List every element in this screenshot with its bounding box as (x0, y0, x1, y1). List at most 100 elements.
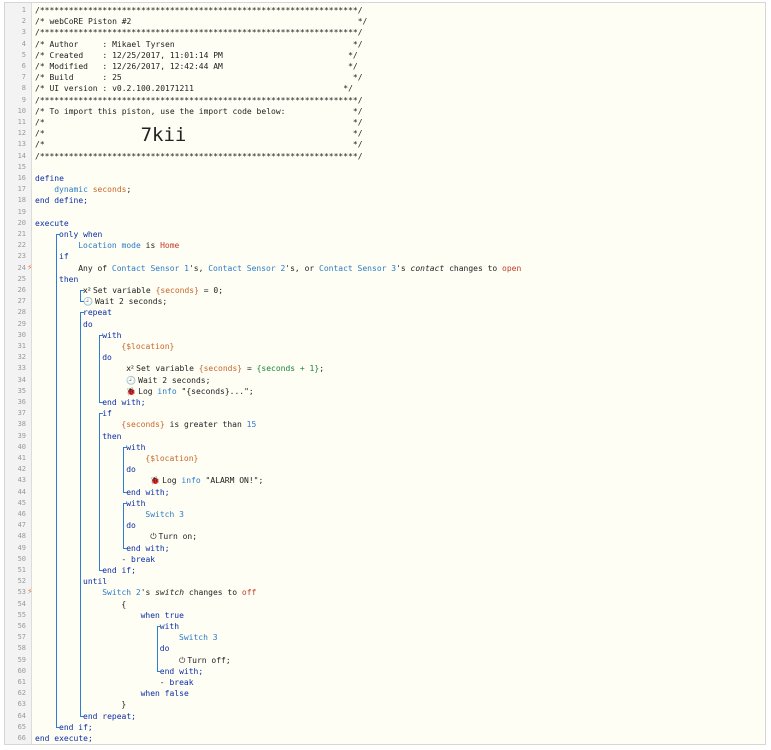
block-bracket-bottom (80, 301, 85, 303)
code-text: /* UI version : v0.2.100.20171211 */ (35, 83, 353, 94)
code-line: 56 (5, 621, 765, 632)
code-text: end with; (126, 543, 169, 554)
line-number: 30 (17, 330, 26, 339)
trigger-marker-icon: ⚡ (27, 262, 33, 272)
code-text: do (126, 520, 136, 531)
code-text: end if; (59, 722, 93, 733)
keyword-end-with: end with; (159, 666, 204, 676)
code-text: {$location} (145, 453, 198, 464)
line-number: 10 (17, 106, 26, 115)
header-border: /***************************************… (35, 95, 363, 105)
code-line: 43 (5, 475, 765, 486)
code-line: 32 (5, 352, 765, 363)
line-number: 38 (17, 420, 26, 429)
block-bracket-bottom (123, 547, 128, 549)
line-number: 13 (17, 140, 26, 149)
line-number: 21 (17, 230, 26, 238)
text-eq-zero: = 0; (198, 286, 224, 295)
line-number: 61 (17, 678, 26, 686)
keyword-do: do (159, 644, 170, 654)
value-home: Home (160, 241, 180, 251)
keyword-with: with (126, 498, 146, 508)
keyword-if: if (59, 252, 69, 262)
keyword-end-with: end with; (126, 543, 170, 553)
text-any-of: Any of (78, 263, 112, 273)
value-15: 15 (246, 420, 257, 430)
block-bracket (99, 334, 101, 402)
code-line: 55 (5, 610, 765, 621)
code-text: } (121, 699, 126, 710)
code-line: 66 (5, 733, 765, 744)
power-icon: ⏻ (150, 532, 157, 542)
code-line: 58 (5, 643, 765, 654)
code-text: do (160, 643, 170, 654)
line-number: 66 (17, 734, 26, 742)
code-line: 37 (5, 408, 765, 419)
variable-seconds: {seconds} (121, 420, 165, 430)
text-log: Log (138, 386, 158, 396)
code-text: /***************************************… (35, 95, 363, 106)
block-bracket-top (157, 626, 161, 627)
sep: 's, (188, 263, 209, 273)
line-number: 55 (17, 610, 26, 619)
line-number: 11 (17, 118, 26, 126)
block-bracket-bottom (123, 491, 128, 493)
line-number: 1 (21, 6, 26, 14)
code-line: 34 (5, 375, 765, 386)
code-text: 🕘 Wait 2 seconds; (83, 296, 167, 307)
block-bracket (80, 290, 82, 302)
sep: 's, or (285, 263, 320, 273)
value-off: off (241, 588, 257, 598)
code-line: 23 (5, 251, 765, 262)
keyword-do: do (83, 319, 93, 329)
line-number: 42 (17, 465, 26, 474)
code-line: 65 (5, 722, 765, 733)
line-number: 34 (17, 375, 26, 384)
header-author: /* Author : Mikael Tyrsen */ (35, 39, 363, 49)
line-number: 19 (17, 207, 26, 216)
keyword-define: define (35, 174, 64, 183)
code-line: 54 (5, 599, 765, 610)
text-wait: Wait 2 seconds; (94, 297, 168, 307)
header-ui-version: /* UI version : v0.2.100.20171211 */ (35, 84, 353, 94)
code-line: 28 (5, 307, 765, 318)
code-text: /* Author : Mikael Tyrsen */ (35, 39, 363, 50)
code-text: - break (159, 678, 194, 687)
bug-icon: 🐞 (126, 386, 137, 396)
line-number: 49 (17, 543, 26, 552)
block-bracket-top (80, 290, 85, 291)
text-set-variable: Set variable (92, 286, 156, 295)
log-level-info: info (181, 476, 201, 486)
keyword-end-execute: end execute; (35, 734, 93, 743)
block-bracket-top (99, 334, 104, 336)
line-number: 31 (17, 342, 26, 350)
line-number: 45 (17, 498, 26, 507)
code-text: /* Modified : 12/26/2017, 12:42:44 AM */ (35, 61, 358, 72)
line-number: 23 (17, 252, 26, 261)
block-bracket-top (123, 446, 128, 448)
code-line: 15 (5, 162, 765, 173)
keyword-do: do (102, 353, 112, 363)
code-line: 31 (5, 341, 765, 352)
block-bracket (123, 502, 125, 548)
code-text: { (121, 599, 126, 610)
line-number: 22 (17, 241, 26, 250)
header-created: /* Created : 12/25/2017, 11:01:14 PM */ (35, 50, 358, 60)
line-number: 25 (17, 274, 26, 283)
keyword-break: break (169, 678, 194, 687)
line-number: 29 (17, 319, 26, 328)
import-code: 7kii (140, 123, 187, 146)
code-line: 62 (5, 688, 765, 699)
code-text: end define; (35, 195, 88, 206)
line-number: 46 (17, 510, 26, 518)
block-bracket (157, 626, 158, 671)
value-open: open (502, 263, 522, 273)
line-number: 43 (17, 476, 26, 485)
code-text: end execute; (35, 733, 93, 744)
block-bracket-bottom (99, 402, 104, 403)
code-text: end with; (160, 666, 203, 677)
line-number: 12 (17, 129, 26, 138)
line-number: 33 (17, 364, 26, 373)
code-text: do (83, 319, 93, 330)
code-text: x² Set variable {seconds} = {seconds + 1}… (126, 363, 324, 374)
